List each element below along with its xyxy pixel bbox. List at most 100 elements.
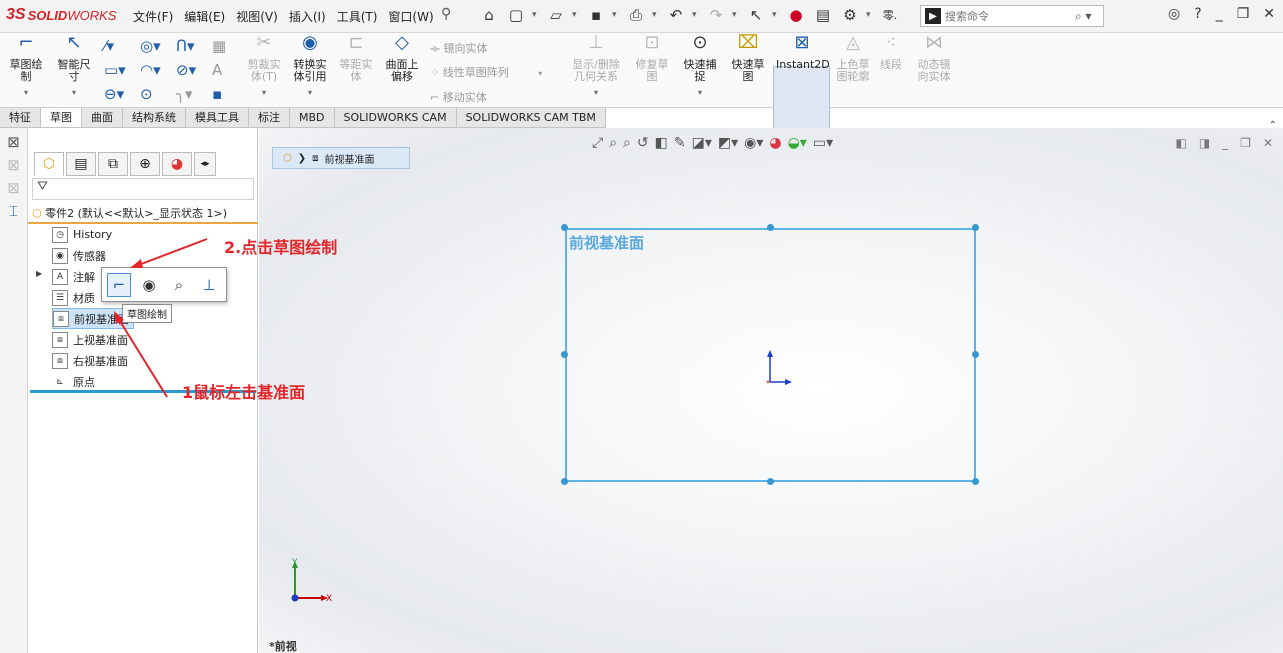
sketch-3d-icon[interactable]: ⤢ xyxy=(592,135,603,151)
chevron-down-icon[interactable]: ▾ xyxy=(732,10,740,20)
edit-appearance-icon[interactable]: ◕ xyxy=(769,135,781,151)
shaded-contours-button[interactable]: ◬ 上色草图轮廓 xyxy=(834,34,872,83)
hide-show-items-icon[interactable]: ◉▾ xyxy=(744,135,763,151)
breadcrumb[interactable]: ⬡ ❯ ⧈ 前视基准面 xyxy=(272,147,410,169)
polygon-icon[interactable]: ⊙ xyxy=(140,85,176,105)
property-manager-tab-icon[interactable]: ▤ xyxy=(66,152,96,176)
block-icon[interactable]: ⊠ xyxy=(0,179,27,197)
home-icon[interactable]: ⌂ xyxy=(478,4,500,26)
doc-close-button[interactable]: ✕ xyxy=(1263,136,1273,150)
zoom-to-selection-icon[interactable]: ⌕ xyxy=(167,273,191,297)
point-icon[interactable]: ▪ xyxy=(212,85,228,105)
tree-item-origin[interactable]: ⊾ 原点 xyxy=(52,371,134,392)
undo-icon[interactable]: ↶ xyxy=(665,4,687,26)
tree-item-right-plane[interactable]: ⧈ 右视基准面 xyxy=(52,350,134,371)
tree-item-top-plane[interactable]: ⧈ 上视基准面 xyxy=(52,329,134,350)
show-hide-eye-icon[interactable]: ◉ xyxy=(137,273,161,297)
menu-insert[interactable]: 插入(I) xyxy=(289,8,326,25)
pin-icon[interactable]: ⚲ xyxy=(441,6,451,22)
chevron-down-icon[interactable]: ▾ xyxy=(772,10,780,20)
restore-button[interactable]: ❐ xyxy=(1237,6,1250,22)
display-relations-button[interactable]: ⊥ 显示/删除几何关系 ▾ xyxy=(568,34,624,99)
offset-on-surface-button[interactable]: ◇ 曲面上偏移 xyxy=(380,34,424,83)
traffic-light-icon[interactable]: ● xyxy=(785,4,807,26)
save-icon[interactable]: ▪ xyxy=(585,4,607,26)
doc-restore-button[interactable]: ❐ xyxy=(1240,136,1251,150)
chevron-down-icon[interactable]: ▾ xyxy=(612,10,620,20)
display-manager-tab-icon[interactable]: ◕ xyxy=(162,152,192,176)
tab-structure-system[interactable]: 结构系统 xyxy=(123,108,186,127)
mirror-entities-button[interactable]: ⟛ 镜向实体 xyxy=(430,37,542,61)
doc-minimize-button[interactable]: _ xyxy=(1222,136,1228,150)
filter-box[interactable]: ⛛ xyxy=(32,178,254,200)
minimize-button[interactable]: _ xyxy=(1216,6,1223,22)
instant2d-button[interactable]: ⊠ Instant2D xyxy=(776,34,830,71)
plane-handle[interactable] xyxy=(561,478,568,485)
sketch-context-button[interactable]: ⌐ xyxy=(107,272,131,297)
new-file-icon[interactable]: ▢ xyxy=(505,4,527,26)
apply-scene-icon[interactable]: ◒▾ xyxy=(788,135,807,151)
plane-handle[interactable] xyxy=(561,224,568,231)
grid-icon[interactable]: ▦ xyxy=(212,37,228,57)
menu-file[interactable]: 文件(F) xyxy=(133,8,173,25)
rapid-sketch-button[interactable]: ⌧ 快速草图 xyxy=(728,34,768,83)
spline-icon[interactable]: ᑎ▾ xyxy=(176,37,212,57)
tab-solidworks-cam[interactable]: SOLIDWORKS CAM xyxy=(335,108,457,127)
feature-tree-tab-icon[interactable]: ⬡ xyxy=(34,152,64,176)
tree-item-history[interactable]: ◷ History xyxy=(52,224,134,245)
section-view-icon[interactable]: ◧ xyxy=(655,135,668,151)
tab-markup[interactable]: 标注 xyxy=(249,108,290,127)
menu-view[interactable]: 视图(V) xyxy=(236,8,278,25)
plane-handle[interactable] xyxy=(767,224,774,231)
tab-features[interactable]: 特征 xyxy=(0,108,41,127)
redo-icon[interactable]: ↷ xyxy=(705,4,727,26)
chevron-down-icon[interactable]: ▾ xyxy=(866,10,874,20)
chevron-down-icon[interactable]: ▾ xyxy=(244,87,284,99)
line-icon[interactable]: ⁄▾ xyxy=(104,37,140,57)
plane-handle[interactable] xyxy=(972,224,979,231)
slot-icon[interactable]: ⊖▾ xyxy=(104,85,140,105)
print-icon[interactable]: ⎙ xyxy=(625,4,647,26)
close-button[interactable]: ✕ xyxy=(1263,6,1275,22)
dynamic-annotation-icon[interactable]: ✎ xyxy=(674,135,686,151)
grid-toggle-icon[interactable]: ⊠ xyxy=(0,156,27,174)
chevron-down-icon[interactable]: ▾ xyxy=(692,10,700,20)
display-style-icon[interactable]: ◩▾ xyxy=(718,135,738,151)
search-input[interactable] xyxy=(945,9,1075,23)
tree-root-part[interactable]: ⬡ 零件2 (默认<<默认>_显示状态 1>) xyxy=(32,205,227,221)
offset-entities-button[interactable]: ⊏ 等距实体 xyxy=(336,34,376,83)
view-orientation-icon[interactable]: ◪▾ xyxy=(692,135,712,151)
chevron-down-icon[interactable]: ▾ xyxy=(538,69,542,78)
tab-mold-tools[interactable]: 模具工具 xyxy=(186,108,249,127)
view-settings-icon[interactable]: ▭▾ xyxy=(813,135,833,151)
arc-icon[interactable]: ◠▾ xyxy=(140,61,176,81)
circle-icon[interactable]: ◎▾ xyxy=(140,37,176,57)
tile-left-icon[interactable]: ◧ xyxy=(1175,136,1186,150)
account-icon[interactable]: ◎ xyxy=(1168,6,1180,22)
chevron-down-icon[interactable]: ▾ xyxy=(288,87,332,99)
chevron-down-icon[interactable]: ▾ xyxy=(572,10,580,20)
rectangle-icon[interactable]: ▭▾ xyxy=(104,61,140,81)
dimxpert-tab-icon[interactable]: ⊕ xyxy=(130,152,160,176)
chevron-down-icon[interactable]: ▾ xyxy=(680,87,720,99)
quick-snaps-button[interactable]: ⊙ 快速捕捉 ▾ xyxy=(680,34,720,99)
move-entities-button[interactable]: ⌐ 移动实体 xyxy=(430,86,542,110)
search-mode-icon[interactable]: 零. xyxy=(879,4,901,26)
trim-button[interactable]: ✂ 剪裁实体(T) ▾ xyxy=(244,34,284,99)
normal-to-icon[interactable]: ⊥ xyxy=(197,273,221,297)
menu-window[interactable]: 窗口(W) xyxy=(388,8,433,25)
zoom-to-fit-icon[interactable]: ⌕ xyxy=(609,135,617,151)
dynamic-mirror-button[interactable]: ⋈ 动态镜向实体 xyxy=(910,34,958,83)
text-icon[interactable]: A xyxy=(212,61,228,81)
plane-handle[interactable] xyxy=(561,351,568,358)
chevron-down-icon[interactable]: ▾ xyxy=(568,87,624,99)
panel-scroll-arrows-icon[interactable]: ◂▸ xyxy=(194,152,216,176)
tab-sketch[interactable]: 草图 xyxy=(41,108,82,127)
plane-handle[interactable] xyxy=(972,351,979,358)
plane-handle[interactable] xyxy=(972,478,979,485)
menu-tools[interactable]: 工具(T) xyxy=(337,8,378,25)
chevron-down-icon[interactable]: ▾ xyxy=(532,10,540,20)
plane-handle[interactable] xyxy=(767,478,774,485)
tree-item-sensors[interactable]: ◉ 传感器 xyxy=(52,245,134,266)
file-properties-icon[interactable]: ▤ xyxy=(812,4,834,26)
